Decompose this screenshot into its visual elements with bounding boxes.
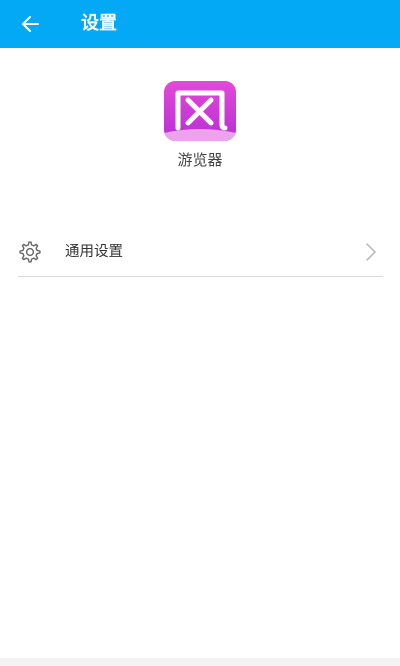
app-name: 游览器: [177, 151, 223, 169]
chevron-right-icon: [366, 243, 376, 261]
arrow-left-icon: [22, 16, 39, 32]
app-logo: [164, 81, 236, 141]
settings-item-label: 通用设置: [65, 244, 123, 260]
app-info: 游览器: [0, 81, 400, 171]
bottom-bar: [0, 658, 400, 666]
top-app-bar: 设置: [0, 0, 400, 48]
app-logo-mark: [164, 90, 236, 141]
page-title: 设置: [81, 13, 117, 34]
settings-item-general[interactable]: 通用设置: [18, 228, 383, 277]
back-button[interactable]: [16, 10, 46, 38]
gear-icon: [19, 241, 41, 263]
